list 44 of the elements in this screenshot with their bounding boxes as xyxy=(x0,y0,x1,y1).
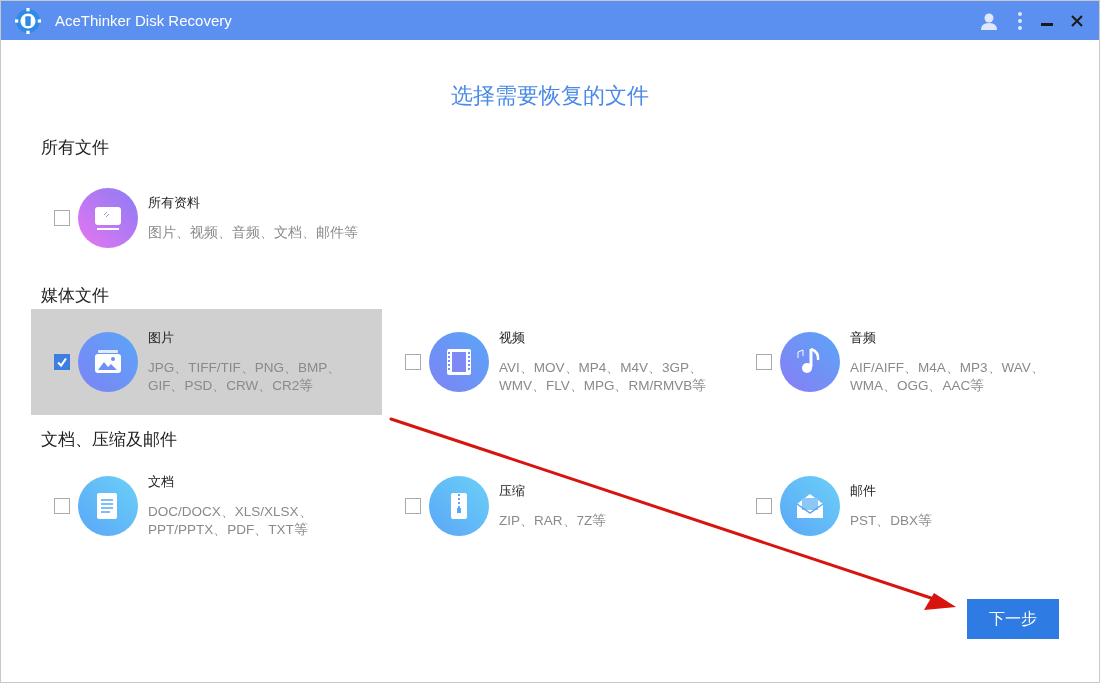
film-icon xyxy=(429,332,489,392)
section-title: 媒体文件 xyxy=(40,284,110,307)
option-label: 文档 xyxy=(148,473,175,491)
option-description: AIF/AIFF、M4A、MP3、WAV、WMA、OGG、AAC等 xyxy=(850,359,1046,395)
option-description: 图片、视频、音频、文档、邮件等 xyxy=(148,224,359,242)
more-menu-icon[interactable] xyxy=(1017,10,1023,31)
close-icon[interactable] xyxy=(1071,14,1083,27)
file-type-option[interactable]: 视频 AVI、MOV、MP4、M4V、3GP、WMV、FLV、MPG、RM/RMVB等 xyxy=(382,309,733,415)
next-button[interactable]: 下一步 xyxy=(967,599,1059,639)
app-logo-icon xyxy=(15,7,41,34)
picture-icon xyxy=(78,332,138,392)
page-heading: 选择需要恢复的文件 xyxy=(450,82,650,110)
file-type-option[interactable]: 压缩 ZIP、RAR、7Z等 xyxy=(382,453,733,559)
document-icon xyxy=(78,476,138,536)
option-description: AVI、MOV、MP4、M4V、3GP、WMV、FLV、MPG、RM/RMVB等 xyxy=(499,359,708,395)
option-label: 邮件 xyxy=(850,482,877,500)
checkbox[interactable] xyxy=(405,354,421,370)
file-type-option[interactable]: 文档 DOC/DOCX、XLS/XLSX、PPT/PPTX、PDF、TXT等 xyxy=(31,453,382,559)
monitor-icon xyxy=(78,188,138,248)
option-label: 压缩 xyxy=(499,482,526,500)
checkbox[interactable] xyxy=(54,210,70,226)
zip-icon xyxy=(429,476,489,536)
file-type-option[interactable]: 所有资料 图片、视频、音频、文档、邮件等 xyxy=(31,165,382,271)
checkbox[interactable] xyxy=(54,354,70,370)
file-type-option[interactable]: 音频 AIF/AIFF、M4A、MP3、WAV、WMA、OGG、AAC等 xyxy=(733,309,1084,415)
music-icon xyxy=(780,332,840,392)
window-title: AceThinker Disk Recovery xyxy=(55,12,232,29)
mail-icon xyxy=(780,476,840,536)
option-description: JPG、TIFF/TIF、PNG、BMP、GIF、PSD、CRW、CR2等 xyxy=(148,359,343,395)
section-title: 所有文件 xyxy=(40,136,110,159)
option-label: 音频 xyxy=(850,329,877,347)
option-description: DOC/DOCX、XLS/XLSX、PPT/PPTX、PDF、TXT等 xyxy=(148,503,314,539)
checkbox[interactable] xyxy=(756,498,772,514)
file-type-option[interactable]: 图片 JPG、TIFF/TIF、PNG、BMP、GIF、PSD、CRW、CR2等 xyxy=(31,309,382,415)
checkbox[interactable] xyxy=(405,498,421,514)
option-label: 图片 xyxy=(148,329,175,347)
section-title: 文档、压缩及邮件 xyxy=(40,428,178,451)
checkbox[interactable] xyxy=(756,354,772,370)
option-label: 视频 xyxy=(499,329,526,347)
option-description: ZIP、RAR、7Z等 xyxy=(499,512,608,530)
checkbox[interactable] xyxy=(54,498,70,514)
option-description: PST、DBX等 xyxy=(850,512,933,530)
option-label: 所有资料 xyxy=(148,194,201,212)
file-type-option[interactable]: 邮件 PST、DBX等 xyxy=(733,453,1084,559)
